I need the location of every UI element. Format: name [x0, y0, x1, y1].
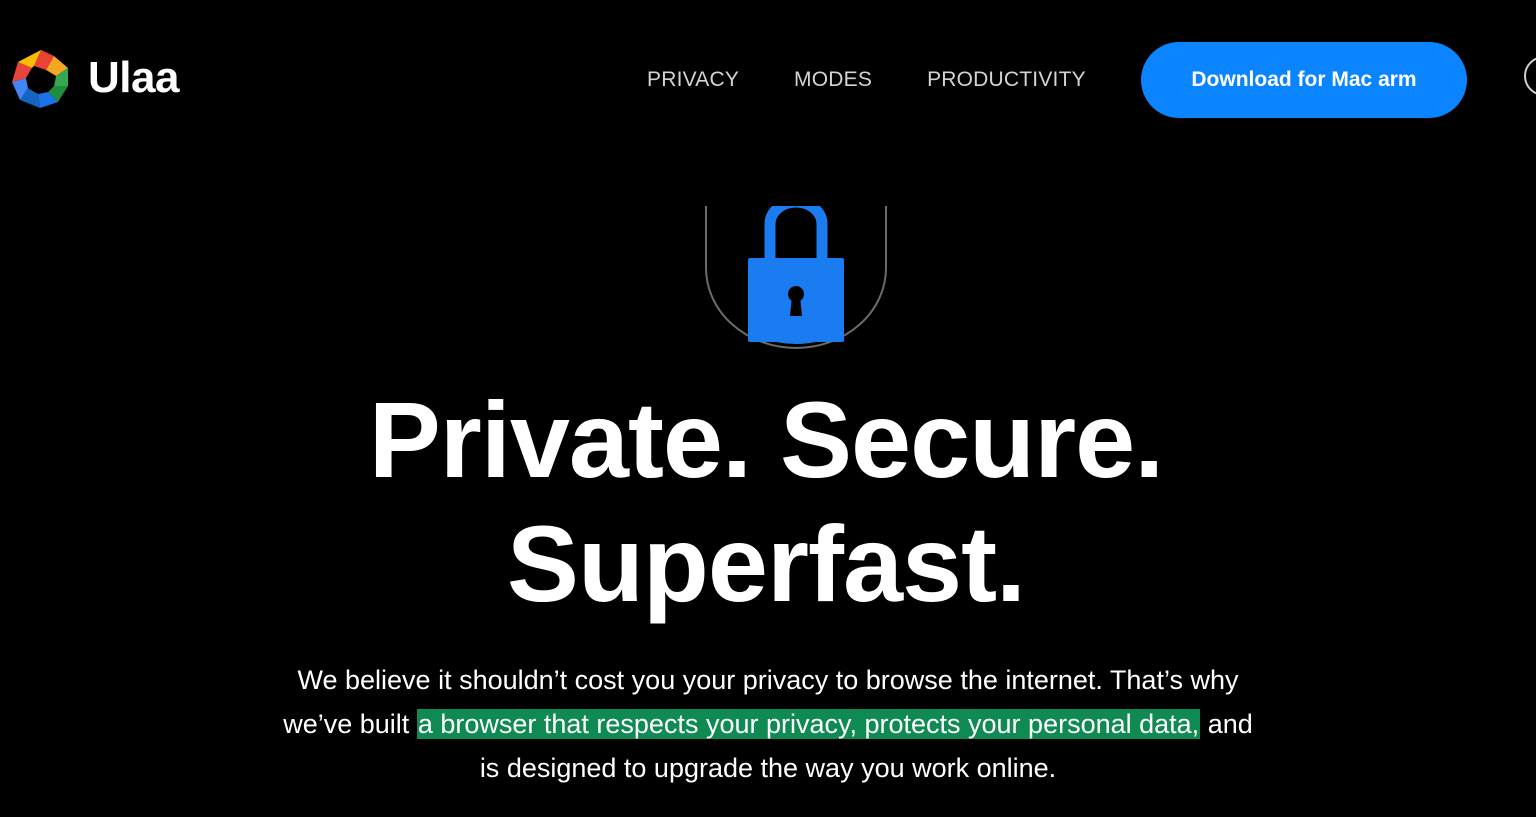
- description-line-2-end: and: [1200, 709, 1253, 739]
- padlock-icon: [705, 206, 887, 349]
- nav-item-privacy[interactable]: PRIVACY: [647, 66, 739, 94]
- page: Ulaa PRIVACY MODES PRODUCTIVITY Download…: [0, 0, 1536, 817]
- brand-name: Ulaa: [88, 53, 179, 102]
- nav-item-productivity[interactable]: PRODUCTIVITY: [927, 66, 1086, 94]
- hero-description: We believe it shouldn’t cost you your pr…: [0, 658, 1536, 790]
- download-button[interactable]: Download for Mac arm: [1141, 42, 1467, 118]
- brand-logo-link[interactable]: Ulaa: [8, 46, 179, 112]
- description-line-2: we’ve built a browser that respects your…: [0, 702, 1536, 746]
- description-line-2-start: we’ve built: [283, 709, 417, 739]
- headline-line-2: Superfast.: [506, 503, 1026, 624]
- main-nav: PRIVACY MODES PRODUCTIVITY: [647, 66, 1086, 94]
- site-header: Ulaa PRIVACY MODES PRODUCTIVITY Download…: [0, 0, 1536, 160]
- ulaa-logo-icon: [12, 50, 68, 108]
- description-line-3: is designed to upgrade the way you work …: [479, 753, 1057, 783]
- headline-line-1: Private. Secure.: [368, 379, 1164, 500]
- description-line-1: We believe it shouldn’t cost you your pr…: [297, 665, 1239, 695]
- profile-icon[interactable]: [1524, 56, 1536, 96]
- nav-item-modes[interactable]: MODES: [794, 66, 872, 94]
- highlighted-text: a browser that respects your privacy, pr…: [416, 709, 1201, 739]
